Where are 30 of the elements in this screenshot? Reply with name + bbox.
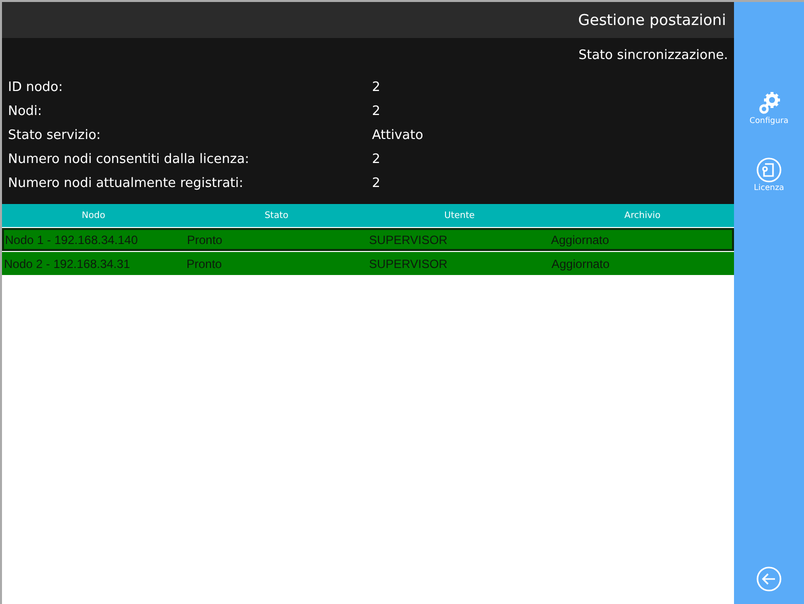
- table-cell-text: SUPERVISOR: [368, 256, 448, 270]
- sidebar-button[interactable]: Configura: [750, 90, 788, 125]
- info-value: Attivato: [372, 128, 424, 142]
- column-header: Archivio: [623, 210, 662, 220]
- info-value: 2: [372, 80, 380, 94]
- back-button[interactable]: [756, 566, 782, 592]
- info-label: ID nodo:: [8, 80, 64, 94]
- window-title: Gestione postazioni: [578, 11, 726, 29]
- table-cell-text: Nodo 2 - 192.168.34.31: [3, 256, 132, 270]
- column-header: Nodo: [80, 210, 106, 220]
- sidebar-button[interactable]: Licenza: [750, 157, 788, 192]
- license-icon: [756, 157, 782, 183]
- info-value: 2: [372, 104, 380, 118]
- table-cell-text: Aggiornato: [550, 256, 611, 270]
- table-row[interactable]: Nodo 1 - 192.168.34.140 Pronto SUPERVISOR Aggiornato: [2, 228, 734, 251]
- table-cell-text: Pronto: [186, 256, 223, 270]
- info-label: Numero nodi consentiti dalla licenza:: [8, 152, 250, 166]
- table-cell-text: Nodo 1 - 192.168.34.140: [4, 232, 139, 246]
- table-row[interactable]: Nodo 2 - 192.168.34.31 Pronto SUPERVISOR Aggiornato: [2, 252, 734, 275]
- sync-title: Stato sincronizzazione.: [577, 48, 728, 63]
- info-value: 2: [372, 176, 380, 190]
- column-header: Stato: [264, 210, 290, 220]
- info-value: 2: [372, 152, 380, 166]
- info-label: Nodi:: [8, 104, 43, 118]
- info-label: Numero nodi attualmente registrati:: [8, 176, 244, 190]
- table-cell-text: Pronto: [186, 232, 224, 246]
- table-cell-text: Aggiornato: [550, 232, 610, 246]
- info-label: Stato servizio:: [8, 128, 102, 142]
- column-header: Utente: [443, 210, 476, 220]
- table-cell-text: SUPERVISOR: [368, 232, 448, 246]
